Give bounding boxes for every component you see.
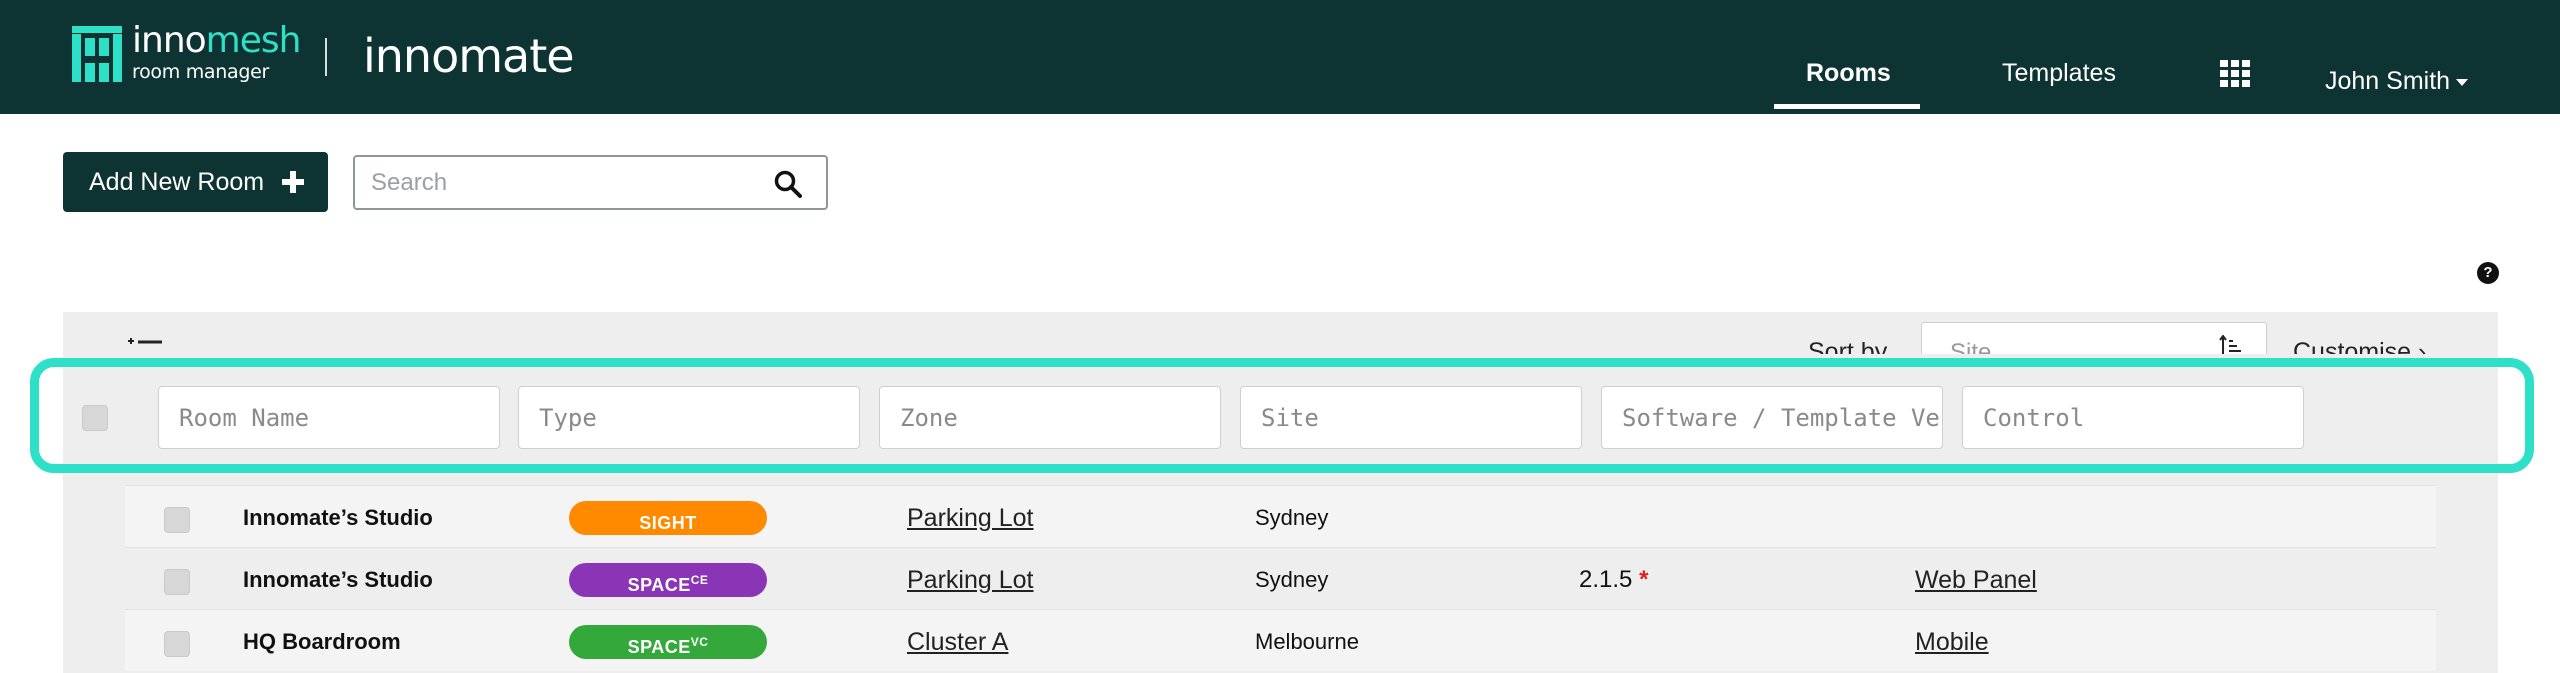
plus-icon <box>282 171 305 193</box>
add-new-room-button[interactable]: Add New Room <box>63 152 328 212</box>
site-cell: Melbourne <box>1255 629 1359 654</box>
type-badge: SPACECE <box>569 563 767 597</box>
tab-rooms[interactable]: Rooms <box>1806 58 1891 88</box>
search-field[interactable] <box>353 155 828 210</box>
grid-icon[interactable] <box>2220 60 2250 87</box>
zone-link[interactable]: Parking Lot <box>907 567 1033 593</box>
filter-row-highlight <box>30 358 2534 473</box>
search-icon[interactable] <box>773 169 803 199</box>
rooms-table-body: Innomate’s Studio SIGHT Parking Lot Sydn… <box>125 485 2436 671</box>
row-checkbox[interactable] <box>164 631 190 657</box>
table-row[interactable]: HQ Boardroom SPACEVC Cluster A Melbourne… <box>125 609 2436 671</box>
row-checkbox[interactable] <box>164 569 190 595</box>
control-link[interactable]: Mobile <box>1915 629 1989 655</box>
list-options-icon[interactable] <box>128 338 162 348</box>
control-link[interactable]: Web Panel <box>1915 567 2037 593</box>
brand-subtitle: room manager <box>132 61 269 83</box>
search-input[interactable] <box>371 157 751 208</box>
site-cell: Sydney <box>1255 567 1329 592</box>
table-row[interactable]: Innomate’s Studio SPACECE Parking Lot Sy… <box>125 547 2436 609</box>
row-checkbox[interactable] <box>164 507 190 533</box>
user-menu[interactable]: John Smith <box>2325 66 2469 96</box>
room-name-cell: HQ Boardroom <box>243 629 401 654</box>
help-icon[interactable]: ? <box>2477 262 2499 284</box>
user-name: John Smith <box>2325 67 2451 95</box>
zone-link[interactable]: Cluster A <box>907 629 1008 655</box>
tab-templates[interactable]: Templates <box>2002 58 2116 88</box>
innomesh-logo-icon <box>72 26 122 84</box>
site-cell: Sydney <box>1255 505 1329 530</box>
brand: innomesh room manager <box>132 20 301 83</box>
active-tab-indicator <box>1774 104 1920 109</box>
type-badge: SPACEVC <box>569 625 767 659</box>
zone-link[interactable]: Parking Lot <box>907 505 1033 531</box>
brand-name: innomesh <box>132 20 301 61</box>
chevron-down-icon <box>2456 78 2469 86</box>
brand-divider <box>325 38 327 76</box>
software-version-cell: 2.1.5 * <box>1579 566 1649 593</box>
room-name-cell: Innomate’s Studio <box>243 567 433 592</box>
add-new-room-label: Add New Room <box>89 167 265 196</box>
room-name-cell: Innomate’s Studio <box>243 505 433 530</box>
table-row[interactable]: Innomate’s Studio SIGHT Parking Lot Sydn… <box>125 485 2436 547</box>
top-navbar: innomesh room manager innomate Rooms Tem… <box>0 0 2560 114</box>
type-badge: SIGHT <box>569 501 767 535</box>
product-name: innomate <box>363 29 575 83</box>
